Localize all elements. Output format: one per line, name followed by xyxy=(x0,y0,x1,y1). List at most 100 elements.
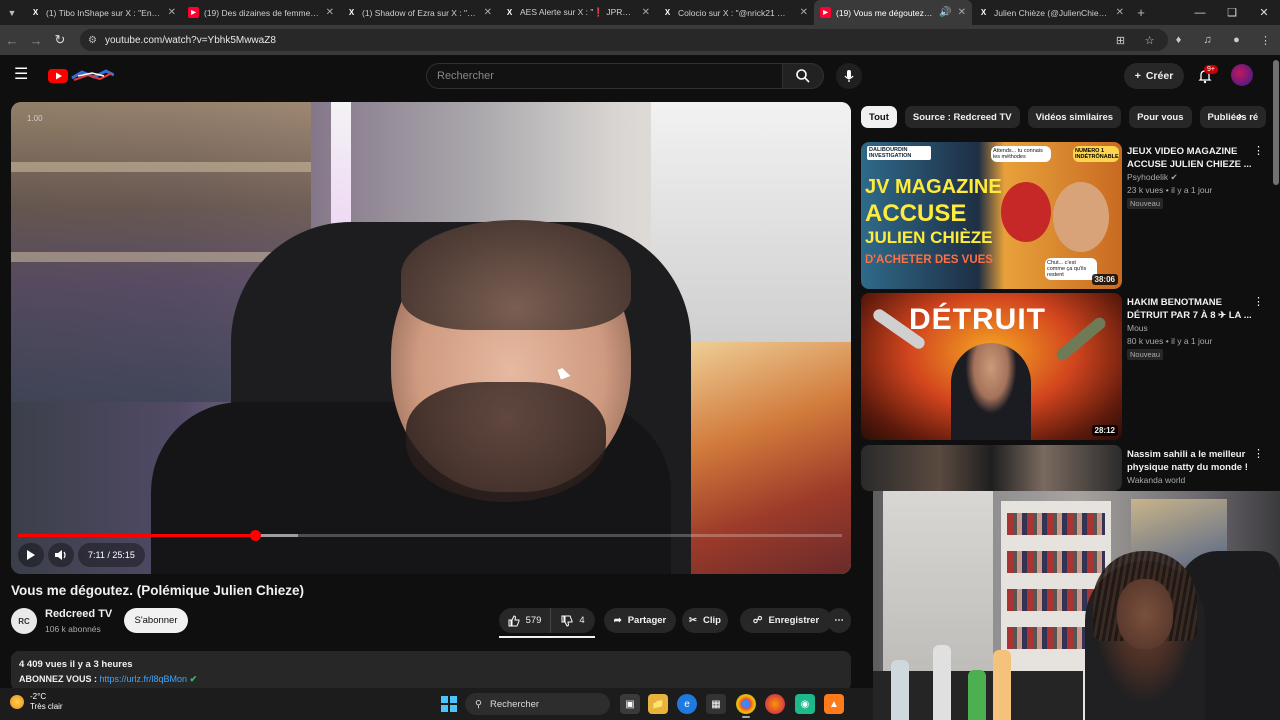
recommendation-channel[interactable]: Wakanda world xyxy=(1127,475,1185,485)
recommendation-title[interactable]: JEUX VIDEO MAGAZINE ACCUSE JULIEN CHIEZE… xyxy=(1127,145,1257,171)
chip-recent[interactable]: Publiées ré xyxy=(1199,106,1266,128)
subscribe-button[interactable]: S'abonner xyxy=(124,608,188,633)
store-icon[interactable]: ▦ xyxy=(706,694,726,714)
reload-icon[interactable]: ↻ xyxy=(48,25,72,55)
thumbs-up-icon xyxy=(508,614,520,626)
recommendation-title[interactable]: HAKIM BENOTMANE DÉTRUIT PAR 7 À 8 ✈ LA .… xyxy=(1127,296,1257,322)
chip-for-you[interactable]: Pour vous xyxy=(1129,106,1192,128)
chip-similar[interactable]: Vidéos similaires xyxy=(1027,106,1122,128)
chrome-menu-icon[interactable]: ⋮ xyxy=(1251,34,1280,47)
task-view-icon[interactable]: ▣ xyxy=(620,694,640,714)
close-icon[interactable]: ✕ xyxy=(1116,7,1124,18)
forward-icon[interactable]: → xyxy=(24,25,48,55)
edge-browser-icon[interactable]: e xyxy=(677,694,697,714)
recommendation-channel[interactable]: Mous xyxy=(1127,323,1148,333)
webcam-bottle xyxy=(933,645,951,720)
minimize-icon[interactable]: — xyxy=(1184,0,1216,25)
firefox-icon[interactable] xyxy=(765,694,785,714)
close-icon[interactable]: ✕ xyxy=(484,7,492,18)
browser-toolbar: ← → ↻ ⚙ youtube.com/watch?v=Ybhk5MwwaZ8 … xyxy=(0,25,1280,55)
play-button[interactable] xyxy=(18,543,44,567)
install-app-icon[interactable]: ⊞ xyxy=(1106,34,1135,47)
back-icon[interactable]: ← xyxy=(0,25,24,55)
browser-tab[interactable]: X (1) Tibo InShape sur X : "Entraîne… ✕ xyxy=(24,0,182,25)
search-input[interactable]: Rechercher xyxy=(426,63,782,89)
channel-name[interactable]: Redcreed TV xyxy=(45,608,112,620)
browser-tab[interactable]: X Julien Chièze (@JulienChieze) /… ✕ xyxy=(972,0,1130,25)
notification-badge: 9+ xyxy=(1204,65,1218,74)
voice-search-button[interactable] xyxy=(836,63,862,89)
create-label: Créer xyxy=(1145,70,1174,82)
speaker-icon[interactable]: 🔊 xyxy=(939,7,951,18)
close-icon[interactable]: ✕ xyxy=(326,7,334,18)
description-box[interactable]: 4 409 vues il y a 3 heures ABONNEZ VOUS … xyxy=(11,651,851,691)
webcam-bottle xyxy=(891,660,909,720)
video-thumbnail[interactable] xyxy=(861,445,1122,491)
youtube-icon: ▶ xyxy=(820,7,831,18)
recommendation-item[interactable]: DÉTRUIT 28:12 HAKIM BENOTMANE DÉTRUIT PA… xyxy=(861,293,1276,441)
chip-all[interactable]: Tout xyxy=(861,106,897,128)
create-button[interactable]: + Créer xyxy=(1124,63,1184,89)
site-info-icon[interactable]: ⚙ xyxy=(88,35,97,46)
more-actions-button[interactable]: ⋯ xyxy=(827,608,851,633)
browser-tab[interactable]: ▶ (19) Des dizaines de femmes v… ✕ xyxy=(182,0,340,25)
avatar[interactable] xyxy=(1231,64,1253,86)
thumb-badge: NUMERO 1 INDÉTRÔNABLE xyxy=(1073,146,1119,162)
extensions-icon[interactable]: ♦ xyxy=(1164,34,1193,46)
x-logo-icon: X xyxy=(664,8,671,17)
video-thumbnail[interactable]: DÉTRUIT 28:12 xyxy=(861,293,1122,440)
browser-tab[interactable]: X Colocio sur X : "@nrick21 @M… ✕ xyxy=(656,0,814,25)
new-tab-icon[interactable]: + xyxy=(1130,5,1152,20)
progress-bar[interactable] xyxy=(18,530,842,541)
browser-tab-active[interactable]: ▶ (19) Vous me dégoutez. (P… 🔊 ✕ xyxy=(814,0,972,25)
volume-icon xyxy=(55,550,66,560)
recommendation-item[interactable]: DALIBOURDIN INVESTIGATION JV MAGAZINE AC… xyxy=(861,142,1276,290)
more-vertical-icon[interactable]: ⋮ xyxy=(1253,447,1264,460)
chip-source[interactable]: Source : Redcreed TV xyxy=(904,106,1020,128)
close-icon[interactable]: ✕ xyxy=(958,7,966,18)
profile-icon[interactable]: ● xyxy=(1222,34,1251,46)
video-player[interactable]: 아네 1.00 xyxy=(11,102,851,574)
taskbar-search[interactable]: ⚲ Rechercher xyxy=(465,693,610,715)
browser-tab[interactable]: X (1) Shadow of Ezra sur X : "Bar… ✕ xyxy=(340,0,498,25)
page-scrollbar[interactable] xyxy=(1273,60,1279,185)
webcam-face xyxy=(1117,579,1173,649)
dislike-button[interactable]: 4 xyxy=(551,615,595,627)
youtube-header: ☰ Rechercher + Créer 9+ xyxy=(0,55,1280,97)
address-bar[interactable]: ⚙ youtube.com/watch?v=Ybhk5MwwaZ8 xyxy=(80,29,1168,51)
share-button[interactable]: ➦ Partager xyxy=(604,608,676,633)
clip-button[interactable]: ✂ Clip xyxy=(682,608,728,633)
vlc-icon[interactable]: ▲ xyxy=(824,694,844,714)
share-icon: ➦ xyxy=(613,615,622,626)
bookmark-star-icon[interactable]: ☆ xyxy=(1135,34,1164,47)
save-button[interactable]: ☍ Enregistrer xyxy=(740,608,832,633)
like-button[interactable]: 579 xyxy=(499,608,551,633)
close-icon[interactable]: ✕ xyxy=(168,7,176,18)
media-control-icon[interactable]: ♫ xyxy=(1193,34,1222,46)
channel-avatar[interactable]: RC xyxy=(11,608,37,634)
windows-start-icon[interactable] xyxy=(441,696,457,712)
more-vertical-icon[interactable]: ⋮ xyxy=(1253,295,1264,308)
menu-icon[interactable]: ☰ xyxy=(14,67,32,83)
weather-widget[interactable]: -2°C Très clair xyxy=(10,692,63,712)
mute-button[interactable] xyxy=(48,543,74,567)
video-title: Vous me dégoutez. (Polémique Julien Chie… xyxy=(11,583,305,598)
chevron-right-icon[interactable]: › xyxy=(1238,108,1242,123)
recommendation-channel[interactable]: Psyhodelik ✔ xyxy=(1127,172,1178,183)
maximize-icon[interactable]: ❑ xyxy=(1216,0,1248,25)
close-icon[interactable]: ✕ xyxy=(642,7,650,18)
video-thumbnail[interactable]: DALIBOURDIN INVESTIGATION JV MAGAZINE AC… xyxy=(861,142,1122,289)
recommendation-title[interactable]: Nassim sahili a le meilleur physique nat… xyxy=(1127,448,1257,474)
tab-search-icon[interactable]: ▼ xyxy=(0,0,24,25)
search-button[interactable] xyxy=(782,63,824,89)
close-icon[interactable]: ✕ xyxy=(800,7,808,18)
more-vertical-icon[interactable]: ⋮ xyxy=(1253,144,1264,157)
file-explorer-icon[interactable]: 📁 xyxy=(648,694,668,714)
chrome-icon[interactable] xyxy=(736,694,756,718)
close-window-icon[interactable]: ✕ xyxy=(1248,0,1280,25)
youtube-logo[interactable] xyxy=(48,67,114,84)
app-icon[interactable]: ◉ xyxy=(795,694,815,714)
like-ratio-bar xyxy=(499,636,595,638)
browser-tab[interactable]: X AES Alerte sur X : "❗ JPRU SCAN… ✕ xyxy=(498,0,656,25)
description-link[interactable]: https://urlz.fr/l8qBMon xyxy=(100,674,188,684)
